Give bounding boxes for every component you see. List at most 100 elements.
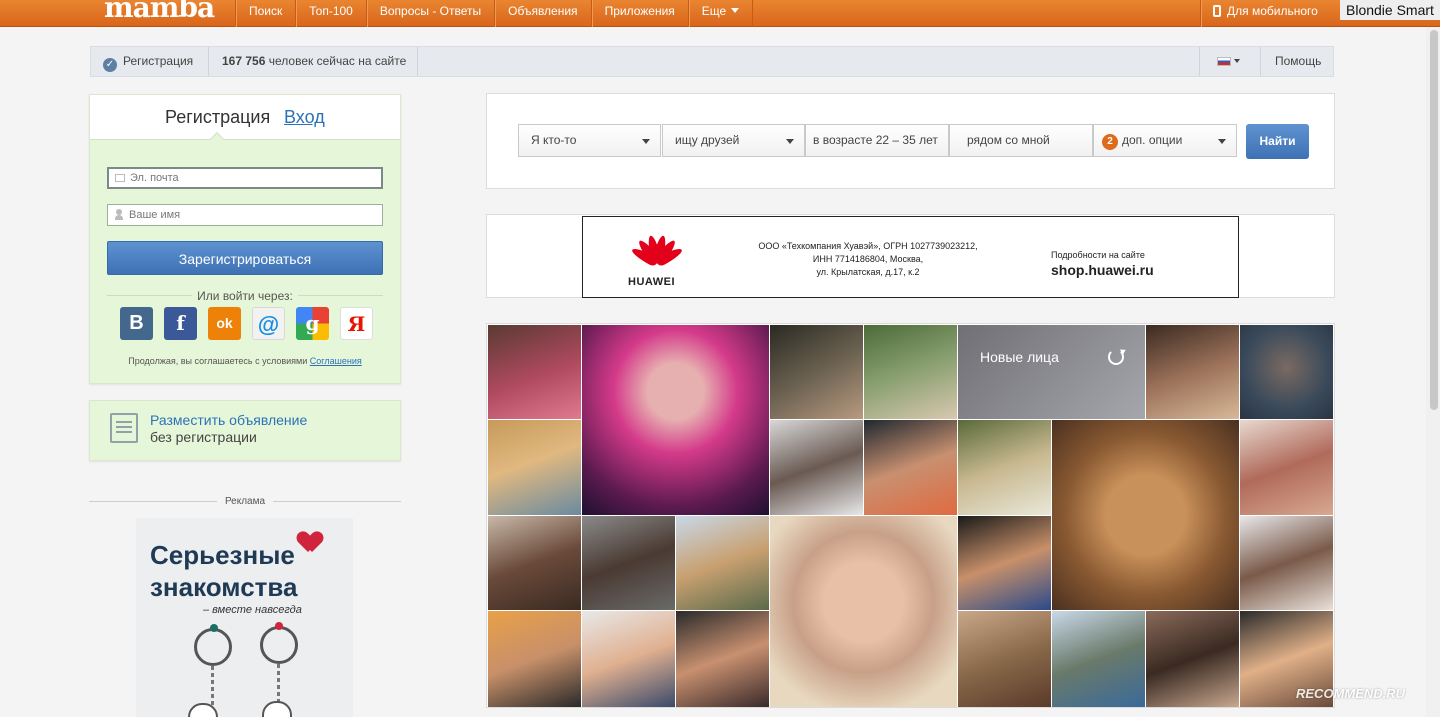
- profile-photo[interactable]: [1052, 611, 1145, 707]
- promo-headline-2: знакомства: [150, 572, 298, 602]
- tab-login[interactable]: Вход: [284, 107, 325, 128]
- gender-select[interactable]: Я кто-то: [518, 124, 661, 157]
- profile-photo[interactable]: [1146, 325, 1239, 419]
- advertisement-label: Реклама: [89, 496, 401, 507]
- profile-photo[interactable]: [770, 516, 957, 707]
- scrollbar-thumb[interactable]: [1430, 30, 1438, 410]
- nav-apps[interactable]: Приложения: [590, 0, 688, 27]
- profile-photo[interactable]: [582, 325, 769, 515]
- profile-photo[interactable]: [676, 516, 769, 610]
- post-ad-card[interactable]: Разместить объявление без регистрации: [89, 400, 401, 461]
- profile-photo[interactable]: [1240, 420, 1333, 515]
- profile-photo[interactable]: [676, 611, 769, 707]
- help-link[interactable]: Помощь: [1275, 47, 1321, 76]
- profile-photo[interactable]: [488, 325, 581, 419]
- seeking-select[interactable]: ищу друзей: [662, 124, 805, 157]
- envelope-icon: [115, 174, 125, 182]
- huawei-logo-icon: [627, 233, 687, 273]
- profile-photo[interactable]: [958, 420, 1051, 515]
- top-bar: mamba Поиск Топ-100 Вопросы - Ответы Объ…: [0, 0, 1440, 27]
- keyring-bead-icon: [275, 622, 283, 630]
- nav-search[interactable]: Поиск: [235, 0, 295, 27]
- banner-legal-text: ООО «Техкомпания Хуавэй», ОГРН 102773902…: [723, 240, 1013, 279]
- search-button[interactable]: Найти: [1246, 124, 1309, 159]
- name-field[interactable]: Ваше имя: [107, 204, 383, 226]
- online-count: 167 756: [222, 54, 266, 68]
- site-logo[interactable]: mamba: [104, 0, 215, 24]
- refresh-icon[interactable]: [1108, 349, 1124, 365]
- registration-card: Регистрация Вход Эл. почта Ваше имя Заре…: [89, 94, 401, 384]
- keyring-bead-icon: [210, 624, 218, 632]
- profile-photo[interactable]: [488, 611, 581, 707]
- caret-down-icon: [642, 139, 650, 144]
- profile-photo[interactable]: [770, 420, 863, 515]
- age-range-field[interactable]: в возрасте 22 – 35 лет: [805, 124, 949, 157]
- advertisement-text: Реклама: [216, 496, 274, 507]
- name-placeholder: Ваше имя: [129, 209, 181, 221]
- google-icon[interactable]: g: [296, 307, 329, 340]
- legal-line: ИНН 7714186804, Москва,: [812, 254, 924, 264]
- extra-options-select[interactable]: 2 доп. опции: [1093, 124, 1237, 157]
- terms-text: Продолжая, вы соглашаетесь с условиями С…: [90, 356, 400, 366]
- caret-down-icon: [786, 139, 794, 144]
- caret-down-icon: [1218, 139, 1226, 144]
- new-faces-tile[interactable]: Новые лица: [958, 325, 1145, 419]
- profile-photo[interactable]: [1052, 420, 1239, 610]
- huawei-banner[interactable]: HUAWEI ООО «Техкомпания Хуавэй», ОГРН 10…: [582, 216, 1239, 298]
- status-registration[interactable]: ✓ Регистрация: [103, 47, 193, 76]
- nav-more[interactable]: Еще: [687, 0, 754, 27]
- nav-more-label: Еще: [701, 4, 727, 18]
- extra-options-label: доп. опции: [1122, 133, 1183, 147]
- nav-ads[interactable]: Объявления: [494, 0, 590, 27]
- profile-photo[interactable]: [488, 516, 581, 610]
- status-bar: ✓ Регистрация 167 756 человек сейчас на с…: [90, 46, 1334, 77]
- nav-top100[interactable]: Топ-100: [295, 0, 366, 27]
- profile-photo[interactable]: [864, 420, 957, 515]
- promo-headline-1: Серьезные: [150, 540, 295, 570]
- terms-link[interactable]: Соглашения: [310, 356, 362, 366]
- profile-photo[interactable]: [864, 325, 957, 419]
- email-placeholder: Эл. почта: [130, 172, 179, 184]
- user-name-tag[interactable]: Blondie Smart: [1340, 0, 1440, 20]
- mobile-link[interactable]: Для мобильного: [1200, 0, 1332, 27]
- seeking-select-value: ищу друзей: [675, 133, 740, 147]
- heart-icon: [299, 532, 321, 554]
- post-ad-link[interactable]: Разместить объявление: [150, 412, 307, 428]
- keyring-icon: [194, 628, 232, 666]
- caret-down-icon: [1234, 59, 1240, 63]
- yandex-icon[interactable]: Я: [340, 307, 373, 340]
- nav-questions[interactable]: Вопросы - Ответы: [365, 0, 494, 27]
- email-field[interactable]: Эл. почта: [107, 167, 383, 189]
- register-button[interactable]: Зарегистрироваться: [107, 241, 383, 275]
- mailru-icon[interactable]: @: [252, 307, 285, 340]
- language-select[interactable]: [1217, 47, 1240, 76]
- divider: [417, 47, 418, 76]
- photo-grid: Новые лица: [486, 323, 1335, 708]
- status-registration-label: Регистрация: [123, 54, 194, 68]
- caret-down-icon: [731, 8, 740, 13]
- profile-photo[interactable]: [582, 516, 675, 610]
- profile-photo[interactable]: [1240, 516, 1333, 610]
- divider: [1199, 47, 1200, 76]
- search-panel: Я кто-то ищу друзей в возрасте 22 – 35 л…: [486, 93, 1335, 189]
- social-login-text: Или войти через:: [192, 289, 298, 303]
- extra-options-count: 2: [1102, 134, 1118, 150]
- banner-site-link[interactable]: shop.huawei.ru: [1051, 262, 1154, 278]
- tab-register[interactable]: Регистрация: [165, 107, 270, 128]
- profile-photo[interactable]: [958, 611, 1051, 707]
- profile-photo[interactable]: [958, 516, 1051, 610]
- huawei-wordmark: HUAWEI: [628, 276, 675, 288]
- profile-photo[interactable]: [582, 611, 675, 707]
- location-field[interactable]: рядом со мной: [949, 124, 1093, 157]
- online-counter: 167 756 человек сейчас на сайте: [222, 47, 406, 76]
- profile-photo[interactable]: [770, 325, 863, 419]
- facebook-icon[interactable]: f: [164, 307, 197, 340]
- new-faces-label: Новые лица: [980, 349, 1059, 365]
- profile-photo[interactable]: [1146, 611, 1239, 707]
- profile-photo[interactable]: [1240, 325, 1333, 419]
- profile-photo[interactable]: [488, 420, 581, 515]
- phone-icon: [1213, 5, 1221, 17]
- promo-banner[interactable]: Серьезные знакомства – вместе навсегда: [136, 518, 353, 717]
- vk-icon[interactable]: В: [120, 307, 153, 340]
- odnoklassniki-icon[interactable]: ok: [208, 307, 241, 340]
